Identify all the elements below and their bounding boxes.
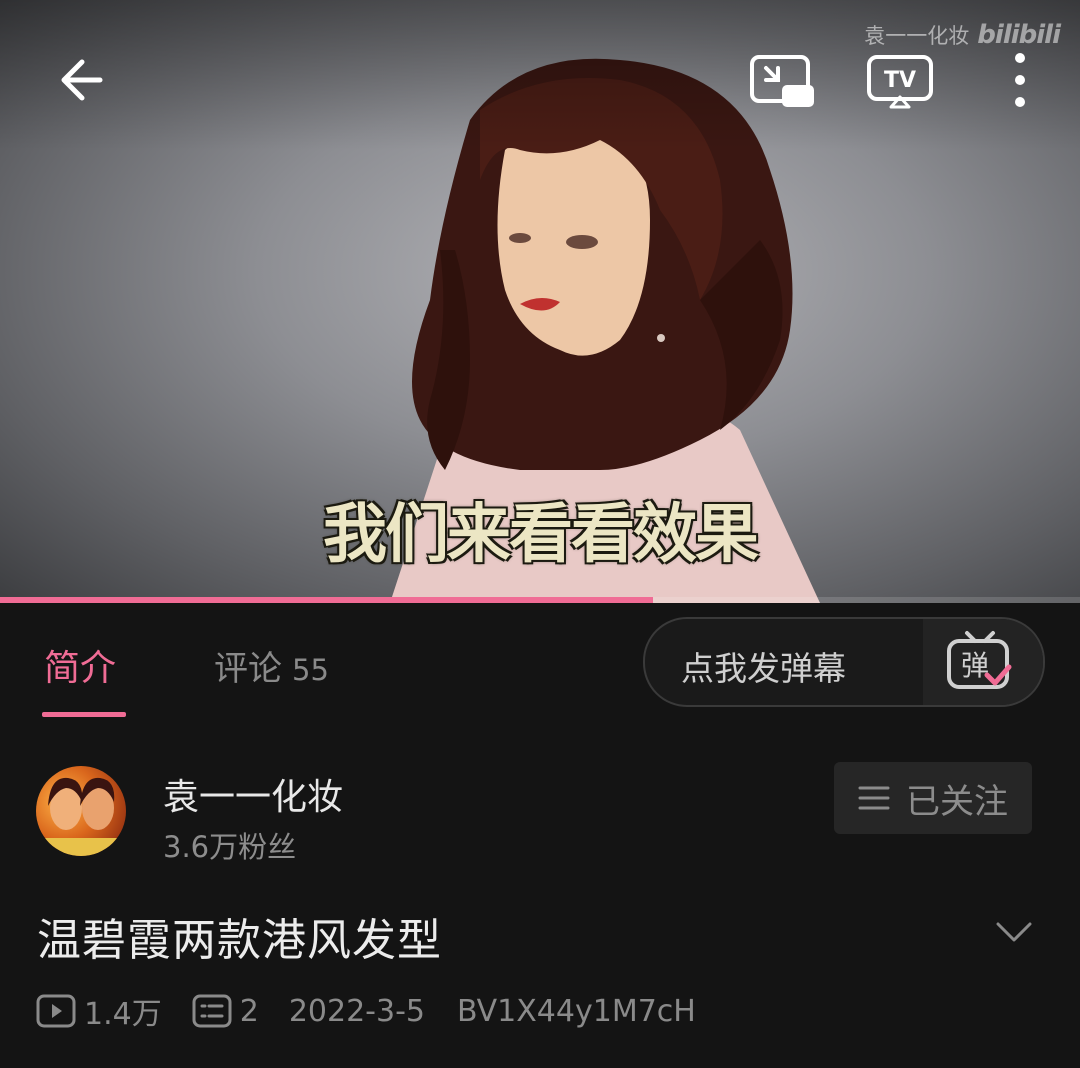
- uploader-row: 袁一一化妆 3.6万粉丝 已关注: [0, 718, 1080, 888]
- avatar-image: [36, 777, 126, 856]
- chevron-down-icon[interactable]: [994, 918, 1034, 946]
- video-watermark: 袁一一化妆 bilibili: [864, 18, 1061, 52]
- uploader-avatar[interactable]: [36, 766, 126, 856]
- follow-button[interactable]: 已关注: [834, 762, 1032, 834]
- tab-comments[interactable]: 评论 55: [214, 641, 329, 690]
- content-tabs: 简介 评论 55 点我发弹幕 弹: [0, 603, 1080, 718]
- danmaku-icon-glyph: 弹: [961, 649, 989, 682]
- tv-cast-icon[interactable]: TV: [865, 52, 935, 110]
- danmaku-count-icon: [192, 994, 232, 1028]
- video-title: 温碧霞两款港风发型: [37, 915, 442, 966]
- video-player[interactable]: TV 袁一一化妆 bilibili 我们来看看效果: [0, 0, 1080, 603]
- play-count-icon: [36, 994, 76, 1028]
- bv-id: BV1X44y1M7cH: [456, 993, 696, 1029]
- more-vertical-icon[interactable]: [1000, 50, 1040, 112]
- picture-in-picture-icon[interactable]: [748, 52, 816, 110]
- menu-lines-icon: [858, 786, 890, 810]
- uploader-fans: 3.6万粉丝: [163, 830, 297, 864]
- back-arrow-icon[interactable]: [54, 50, 114, 110]
- video-subtitle: 我们来看看效果: [323, 497, 759, 572]
- tab-comments-label: 评论: [214, 649, 282, 689]
- publish-date: 2022-3-5: [288, 993, 425, 1029]
- bilibili-logo: bilibili: [977, 20, 1061, 50]
- danmaku-placeholder: 点我发弹幕: [681, 649, 846, 688]
- uploader-name[interactable]: 袁一一化妆: [163, 768, 343, 820]
- danmaku-input[interactable]: 点我发弹幕 弹: [643, 617, 1045, 707]
- view-count: 1.4万: [36, 989, 162, 1033]
- danmaku-count-value: 2: [239, 993, 259, 1029]
- follow-button-label: 已关注: [906, 781, 1008, 822]
- tab-intro[interactable]: 简介: [44, 639, 116, 691]
- danmaku-count: 2: [192, 994, 259, 1029]
- danmaku-send-icon[interactable]: 弹: [945, 629, 1015, 695]
- svg-text:TV: TV: [884, 68, 916, 93]
- comments-count: 55: [292, 653, 329, 687]
- watermark-channel: 袁一一化妆: [864, 24, 970, 48]
- view-count-value: 1.4万: [84, 997, 162, 1032]
- video-meta: 1.4万 2 2022-3-5 BV1X44y1M7cH: [36, 988, 696, 1034]
- active-tab-indicator: [42, 712, 126, 717]
